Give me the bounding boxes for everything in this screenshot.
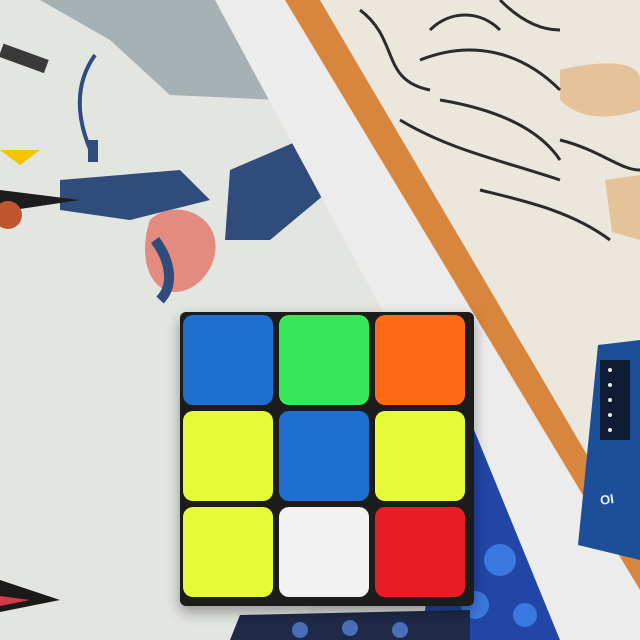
sketch-skin-1 <box>560 63 640 117</box>
cube-tile-green <box>279 315 369 405</box>
cube-tile-white <box>279 507 369 597</box>
cube-tile-yellow <box>183 507 273 597</box>
cube-tile-blue <box>183 315 273 405</box>
arduino-header <box>600 360 630 440</box>
cube-tile-yellow <box>375 411 465 501</box>
arduino-logo-text: OI <box>599 491 615 508</box>
cube-tile-yellow <box>183 411 273 501</box>
rubiks-cube <box>180 312 474 606</box>
cube-tile-red <box>375 507 465 597</box>
photo-scene: OI <box>0 0 640 640</box>
cube-tile-orange <box>375 315 465 405</box>
cube-tile-blue <box>279 411 369 501</box>
